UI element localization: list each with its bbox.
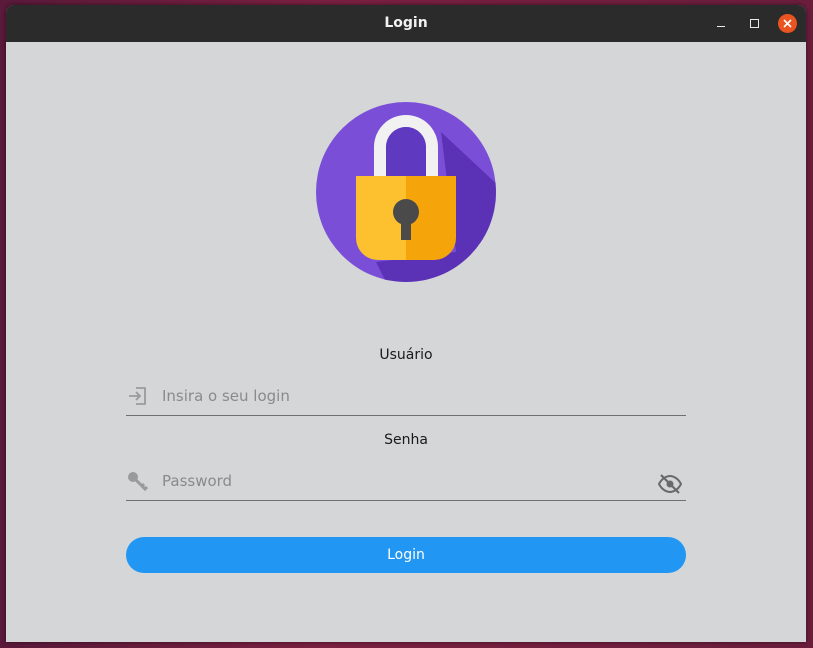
minimize-icon xyxy=(716,25,725,28)
username-label: Usuário xyxy=(379,347,433,363)
close-button[interactable] xyxy=(778,14,797,33)
login-window: Login Usuário Insira o seu login Senha L… xyxy=(6,5,806,642)
login-enter-icon xyxy=(129,387,146,405)
visibility-off-icon[interactable] xyxy=(658,472,682,496)
title-bar[interactable]: Login xyxy=(6,5,806,42)
password-label: Senha xyxy=(384,432,428,448)
minimize-button[interactable] xyxy=(711,14,730,33)
maximize-icon xyxy=(750,19,759,28)
password-field[interactable] xyxy=(126,462,686,501)
password-input[interactable] xyxy=(162,468,642,494)
username-input[interactable] xyxy=(162,383,642,409)
maximize-button[interactable] xyxy=(745,14,764,33)
login-button[interactable]: Login xyxy=(126,537,686,573)
padlock-logo-icon xyxy=(316,102,496,282)
close-icon xyxy=(783,19,792,28)
username-field[interactable] xyxy=(126,377,686,416)
key-icon xyxy=(128,472,149,492)
window-title: Login xyxy=(384,15,428,31)
